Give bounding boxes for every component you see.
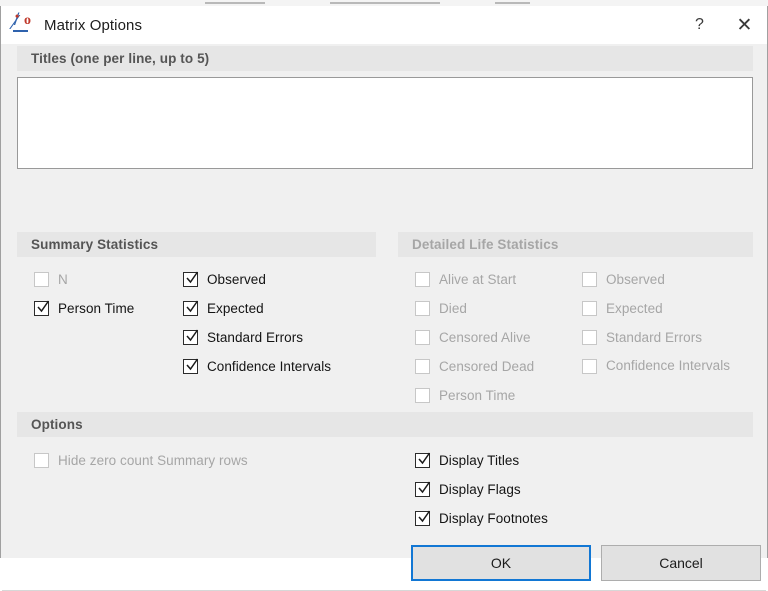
cancel-button[interactable]: Cancel xyxy=(601,545,761,581)
checkbox-detailed-died[interactable]: Died xyxy=(415,297,467,319)
checkbox-label: Censored Dead xyxy=(439,358,535,374)
checkbox-detailed-confidence-intervals[interactable]: Confidence Intervals xyxy=(582,355,730,377)
checkbox-label: Confidence Intervals xyxy=(207,358,332,374)
checkbox-box xyxy=(582,300,597,316)
checkbox-summary-n[interactable]: N xyxy=(34,268,68,290)
dialog-titlebar: ⁄ / o • Matrix Options ? ✕ xyxy=(1,6,767,44)
checkbox-detailed-standard-errors[interactable]: Standard Errors xyxy=(582,326,702,348)
checkbox-label: Censored Alive xyxy=(439,329,531,345)
checkbox-box xyxy=(183,300,199,316)
check-icon xyxy=(186,271,199,284)
checkbox-box xyxy=(582,358,597,374)
checkbox-label: Died xyxy=(439,300,467,316)
checkbox-box xyxy=(582,329,597,345)
check-icon xyxy=(186,300,199,313)
check-icon xyxy=(418,481,431,494)
checkbox-label: Observed xyxy=(207,271,266,287)
check-icon xyxy=(418,510,431,523)
checkbox-box xyxy=(415,329,430,345)
checkbox-box xyxy=(415,271,430,287)
checkbox-display-titles[interactable]: Display Titles xyxy=(415,449,519,471)
detailed-life-statistics-group-header: Detailed Life Statistics xyxy=(398,232,753,257)
summary-statistics-group-header: Summary Statistics xyxy=(17,232,376,257)
checkbox-detailed-observed[interactable]: Observed xyxy=(582,268,665,290)
checkbox-detailed-censored-dead[interactable]: Censored Dead xyxy=(415,355,534,377)
checkbox-summary-person-time[interactable]: Person Time xyxy=(34,297,134,319)
titles-group-label: Titles (one per line, up to 5) xyxy=(31,51,210,66)
checkbox-detailed-censored-alive[interactable]: Censored Alive xyxy=(415,326,531,348)
checkbox-label: Person Time xyxy=(58,300,135,316)
checkbox-box xyxy=(183,329,199,345)
checkbox-label: Display Footnotes xyxy=(439,510,548,526)
checkbox-label: Confidence Intervals xyxy=(606,358,731,373)
close-icon[interactable]: ✕ xyxy=(722,6,767,44)
checkbox-label: Hide zero count Summary rows xyxy=(58,452,248,468)
titles-group-header: Titles (one per line, up to 5) xyxy=(17,46,753,71)
checkbox-box xyxy=(415,452,431,468)
checkbox-box xyxy=(415,510,431,526)
ok-button[interactable]: OK xyxy=(411,545,591,581)
checkbox-detailed-person-time[interactable]: Person Time xyxy=(415,384,515,406)
checkbox-box xyxy=(582,271,597,287)
titles-input[interactable] xyxy=(17,77,753,169)
checkbox-display-footnotes[interactable]: Display Footnotes xyxy=(415,507,548,529)
percent-statistics-icon: ⁄ / o • xyxy=(13,9,31,34)
checkbox-box xyxy=(183,358,199,374)
checkbox-label: Observed xyxy=(606,271,665,287)
check-icon xyxy=(186,329,199,342)
checkbox-display-flags[interactable]: Display Flags xyxy=(415,478,521,500)
checkbox-box xyxy=(34,271,49,287)
check-icon xyxy=(37,300,50,313)
checkbox-summary-confidence-intervals[interactable]: Confidence Intervals xyxy=(183,355,331,377)
check-icon xyxy=(418,452,431,465)
checkbox-label: Person Time xyxy=(439,387,516,403)
checkbox-label: Standard Errors xyxy=(606,329,703,345)
dialog-body: Titles (one per line, up to 5) Summary S… xyxy=(1,44,767,591)
checkbox-box xyxy=(183,271,199,287)
checkbox-box xyxy=(415,481,431,497)
options-group-label: Options xyxy=(31,417,83,432)
checkbox-label: Display Flags xyxy=(439,481,521,497)
checkbox-label: Standard Errors xyxy=(207,329,304,345)
checkbox-label: Expected xyxy=(207,300,264,316)
checkbox-label: Display Titles xyxy=(439,452,520,468)
background-strip xyxy=(495,2,530,4)
checkbox-box xyxy=(34,300,50,316)
checkbox-box xyxy=(34,452,49,468)
matrix-options-dialog: ⁄ / o • Matrix Options ? ✕ Titles (one p… xyxy=(0,6,768,591)
clipped-label-wrapper: Confidence Intervals xyxy=(606,357,730,375)
checkbox-box xyxy=(415,387,430,403)
summary-statistics-group-label: Summary Statistics xyxy=(31,237,159,252)
checkbox-label: Expected xyxy=(606,300,663,316)
checkbox-box xyxy=(415,358,430,374)
checkbox-label: N xyxy=(58,271,68,287)
background-strip xyxy=(330,2,440,4)
options-group-header: Options xyxy=(17,412,753,437)
checkbox-summary-standard-errors[interactable]: Standard Errors xyxy=(183,326,303,348)
check-icon xyxy=(186,358,199,371)
checkbox-label: Alive at Start xyxy=(439,271,517,287)
checkbox-box xyxy=(415,300,430,316)
checkbox-hide-zero-count-summary-rows[interactable]: Hide zero count Summary rows xyxy=(34,449,248,471)
background-strip xyxy=(205,2,265,4)
detailed-life-statistics-group-label: Detailed Life Statistics xyxy=(412,237,559,252)
help-button[interactable]: ? xyxy=(677,6,722,44)
dialog-title: Matrix Options xyxy=(44,16,143,34)
checkbox-detailed-alive-at-start[interactable]: Alive at Start xyxy=(415,268,516,290)
checkbox-detailed-expected[interactable]: Expected xyxy=(582,297,663,319)
checkbox-summary-observed[interactable]: Observed xyxy=(183,268,266,290)
checkbox-summary-expected[interactable]: Expected xyxy=(183,297,264,319)
